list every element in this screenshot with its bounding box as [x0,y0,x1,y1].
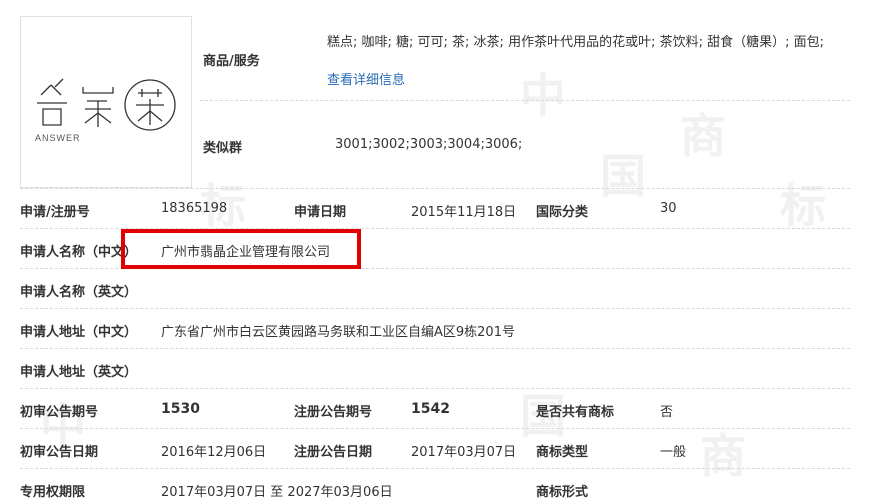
logo-brand-text: ANSWER [35,133,81,143]
trademark-image[interactable]: ANSWER [20,16,192,188]
app-date-label: 申请日期 [294,205,347,220]
term-label: 专用权期限 [20,485,86,500]
reg-pub-date-value: 2017年03月07日 [411,445,517,460]
reg-pub-no-value: 1542 [411,401,450,417]
info-row: 申请人地址（英文） [0,361,872,381]
reg-no-value: 18365198 [161,201,228,216]
divider [20,308,850,309]
trademark-logo-graphic: ANSWER [35,78,176,143]
goods-text: 糕点; 咖啡; 糖; 可可; 茶; 冰茶; 用作茶叶代用品的花或叶; 茶饮料; … [327,35,824,50]
divider [20,468,850,469]
goods-label: 商品/服务 [203,54,260,69]
shared-mark-label: 是否共有商标 [536,405,615,420]
info-row: 申请/注册号 18365198 申请日期 2015年11月18日 国际分类 30 [0,201,872,221]
view-details-link[interactable]: 查看详细信息 [327,69,405,88]
reg-pub-no-label: 注册公告期号 [294,405,373,420]
applicant-cn-label: 申请人名称（中文） [20,245,138,260]
watermark-char: 商 [680,109,726,163]
divider [20,188,850,189]
divider [20,348,850,349]
prelim-no-value: 1530 [161,401,200,417]
info-row: 申请人名称（英文） [0,281,872,301]
info-row: 初审公告期号 1530 注册公告期号 1542 是否共有商标 否 [0,401,872,421]
watermark-char: 国 [600,149,646,203]
watermark-char: 中 [520,69,566,123]
shared-mark-value: 否 [660,405,674,420]
address-cn-label: 申请人地址（中文） [20,325,138,340]
intl-class-value: 30 [660,201,677,216]
prelim-no-label: 初审公告期号 [20,405,99,420]
similar-group-value: 3001;3002;3003;3004;3006; [335,137,523,152]
info-row: 专用权期限 2017年03月07日 至 2027年03月06日 商标形式 [0,481,872,501]
highlight-box [121,229,361,269]
info-row: 初审公告日期 2016年12月06日 注册公告日期 2017年03月07日 商标… [0,441,872,461]
mark-type-label: 商标类型 [536,445,589,460]
mark-form-label: 商标形式 [536,485,589,500]
mark-type-value: 一般 [660,445,687,460]
info-row: 申请人地址（中文） 广东省广州市白云区黄园路马务联和工业区自编A区9栋201号 [0,321,872,341]
prelim-date-label: 初审公告日期 [20,445,99,460]
similar-group-label: 类似群 [203,141,243,156]
divider [20,388,850,389]
intl-class-label: 国际分类 [536,205,589,220]
reg-pub-date-label: 注册公告日期 [294,445,373,460]
app-date-value: 2015年11月18日 [411,205,517,220]
divider [20,428,850,429]
term-value: 2017年03月07日 至 2027年03月06日 [161,485,393,500]
address-en-label: 申请人地址（英文） [20,365,138,380]
prelim-date-value: 2016年12月06日 [161,445,267,460]
reg-no-label: 申请/注册号 [20,205,90,220]
address-cn-value: 广东省广州市白云区黄园路马务联和工业区自编A区9栋201号 [161,325,515,340]
divider [200,100,850,101]
applicant-en-label: 申请人名称（英文） [20,285,138,300]
